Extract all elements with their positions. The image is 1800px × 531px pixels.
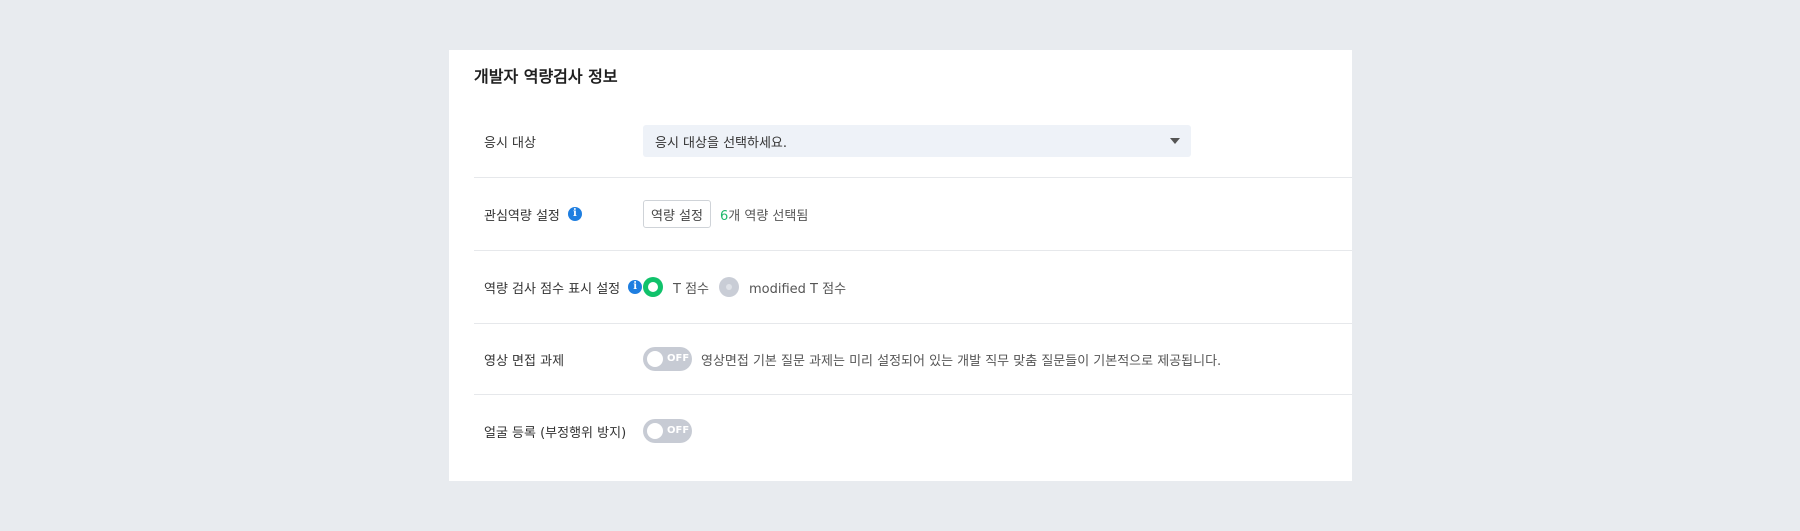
radio-dot bbox=[726, 284, 732, 290]
info-icon[interactable]: i bbox=[567, 207, 582, 221]
radio-modified-t-score-label[interactable]: modified T 점수 bbox=[749, 278, 846, 297]
competency-test-info-card: 개발자 역량검사 정보 응시 대상 응시 대상을 선택하세요. 관심역량 설정 … bbox=[449, 50, 1352, 481]
toggle-state-text: OFF bbox=[667, 353, 690, 364]
selected-count-suffix: 개 역량 선택됨 bbox=[728, 208, 809, 224]
face-registration-content: OFF bbox=[643, 395, 692, 467]
competency-content: 역량 설정 6개 역량 선택됨 bbox=[643, 178, 808, 250]
score-display-label: 역량 검사 점수 표시 설정 bbox=[484, 281, 621, 297]
row-target: 응시 대상 응시 대상을 선택하세요. bbox=[474, 105, 1352, 178]
radio-t-score[interactable] bbox=[643, 277, 663, 297]
face-registration-label: 얼굴 등록 (부정행위 방지) bbox=[484, 425, 627, 441]
competency-label-wrap: 관심역량 설정 i bbox=[484, 178, 582, 250]
target-content: 응시 대상을 선택하세요. bbox=[643, 105, 1191, 177]
score-display-content: T 점수 modified T 점수 bbox=[643, 251, 856, 323]
face-registration-toggle[interactable]: OFF bbox=[643, 419, 692, 443]
info-icon[interactable]: i bbox=[628, 280, 643, 294]
row-competency: 관심역량 설정 i 역량 설정 6개 역량 선택됨 bbox=[474, 178, 1352, 251]
toggle-state-text: OFF bbox=[667, 425, 690, 436]
toggle-knob bbox=[647, 423, 663, 439]
radio-modified-t-score[interactable] bbox=[719, 277, 739, 297]
row-score-display: 역량 검사 점수 표시 설정 i T 점수 modified T 점수 bbox=[474, 251, 1352, 324]
row-face-registration: 얼굴 등록 (부정행위 방지) OFF bbox=[474, 395, 1352, 467]
row-video-interview: 영상 면접 과제 OFF 영상면접 기본 질문 과제는 미리 설정되어 있는 개… bbox=[474, 324, 1352, 395]
competency-settings-button[interactable]: 역량 설정 bbox=[643, 200, 711, 228]
selected-count-text: 6개 역량 선택됨 bbox=[720, 205, 808, 224]
toggle-knob bbox=[647, 351, 663, 367]
target-select-value: 응시 대상을 선택하세요. bbox=[655, 135, 787, 151]
section-title: 개발자 역량검사 정보 bbox=[474, 67, 618, 86]
target-label: 응시 대상 bbox=[484, 135, 536, 151]
target-select[interactable]: 응시 대상을 선택하세요. bbox=[643, 125, 1191, 157]
radio-dot bbox=[648, 282, 658, 292]
chevron-down-icon bbox=[1170, 138, 1180, 144]
radio-t-score-label[interactable]: T 점수 bbox=[673, 278, 709, 297]
competency-label: 관심역량 설정 bbox=[484, 208, 560, 224]
video-interview-description: 영상면접 기본 질문 과제는 미리 설정되어 있는 개발 직무 맞춤 질문들이 … bbox=[701, 353, 1222, 369]
video-interview-content: OFF 영상면접 기본 질문 과제는 미리 설정되어 있는 개발 직무 맞춤 질… bbox=[643, 324, 1221, 394]
video-interview-label: 영상 면접 과제 bbox=[484, 353, 565, 369]
score-display-label-wrap: 역량 검사 점수 표시 설정 i bbox=[484, 251, 643, 323]
video-interview-toggle[interactable]: OFF bbox=[643, 347, 692, 371]
